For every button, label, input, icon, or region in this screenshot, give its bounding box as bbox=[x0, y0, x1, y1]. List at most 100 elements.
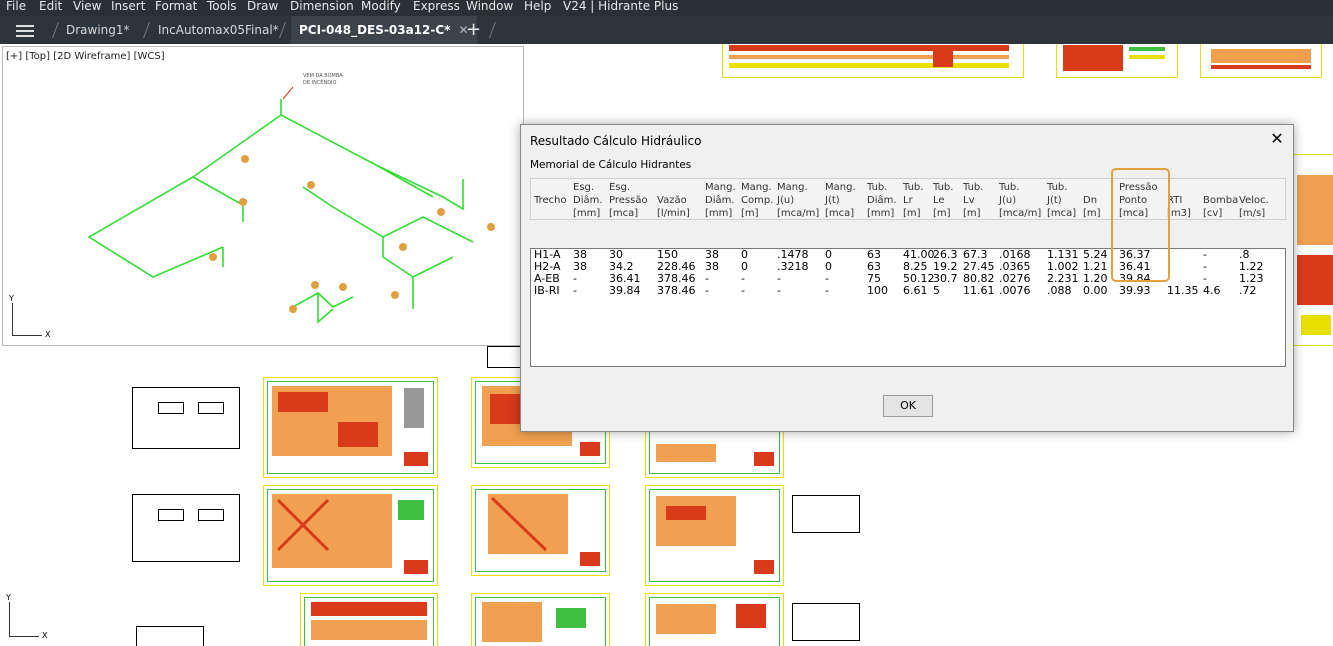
sheet-thumbnail bbox=[1200, 44, 1322, 78]
menu-item-dimension[interactable]: Dimension bbox=[290, 0, 354, 13]
ok-button[interactable]: OK bbox=[883, 395, 933, 417]
column-header-mang_jt: Mang. bbox=[825, 182, 856, 193]
tab-separator bbox=[52, 22, 59, 38]
title-block-frame bbox=[487, 346, 523, 368]
column-header-mang_ju: Mang. bbox=[777, 182, 808, 193]
column-header-mang_ju: J(u) bbox=[777, 195, 795, 206]
svg-text:DE INCÊNDIO: DE INCÊNDIO bbox=[303, 78, 337, 86]
tab-pci-048-label: PCI-048_DES-03a12-C* bbox=[299, 23, 451, 37]
sheet-drawing bbox=[272, 494, 428, 574]
results-table[interactable]: H1-A 38 30 150 38 0.1478 0 63 41.00 26.3 67.3.0168… bbox=[530, 248, 1286, 367]
sheet-inner bbox=[649, 597, 780, 646]
menu-item-window[interactable]: Window bbox=[466, 0, 513, 13]
cell-tub_ju: .0076 bbox=[999, 284, 1031, 297]
sheet-thumbnail bbox=[471, 485, 610, 576]
menu-item-help[interactable]: Help bbox=[524, 0, 551, 13]
model-viewport[interactable]: [+] [Top] [2D Wireframe] [WCS] VEM DA BO… bbox=[2, 46, 524, 346]
drawing-canvas[interactable]: [+] [Top] [2D Wireframe] [WCS] VEM DA BO… bbox=[0, 44, 1333, 646]
tab-bar: Drawing1* IncAutomax05Final* PCI-048_DES… bbox=[0, 16, 1333, 44]
column-header-mang_ju: [mca/m] bbox=[777, 208, 820, 219]
close-icon[interactable]: ✕ bbox=[1269, 131, 1285, 147]
column-header-mang_diam: [mm] bbox=[705, 208, 733, 219]
sheet-drawing bbox=[1063, 45, 1165, 71]
sheet-drawing bbox=[482, 602, 586, 642]
column-header-tub_lr: Lr bbox=[903, 195, 913, 206]
column-header-tub_lr: Tub. bbox=[903, 182, 924, 193]
tab-separator bbox=[489, 22, 496, 38]
sheet-thumbnail bbox=[471, 593, 610, 646]
dialog-title: Resultado Cálculo Hidráulico bbox=[530, 134, 702, 148]
column-header-tub_lr: [m] bbox=[903, 208, 921, 219]
title-block-frame bbox=[132, 387, 240, 449]
menu-item-edit[interactable]: Edit bbox=[39, 0, 62, 13]
column-header-mang_comp: Mang. bbox=[741, 182, 772, 193]
sheet-thumbnail bbox=[300, 593, 438, 646]
sheet-drawing bbox=[1297, 175, 1333, 335]
ucs-x-axis-line bbox=[9, 636, 39, 637]
sheet-inner bbox=[475, 597, 606, 646]
isometric-pipe-drawing: VEM DA BOMBA DE INCÊNDIO bbox=[87, 73, 495, 324]
ucs-icon: Y X bbox=[6, 593, 48, 640]
cell-mang_comp: - bbox=[741, 284, 745, 297]
title-block-frame bbox=[132, 494, 240, 562]
column-header-tub_le: Le bbox=[933, 195, 945, 206]
table-row[interactable]: IB-RI -39.84 378.46- - - -100 6.61 5 11.61.0076.… bbox=[531, 285, 1285, 297]
column-header-tub_ju: J(u) bbox=[999, 195, 1017, 206]
menu-item-view[interactable]: View bbox=[73, 0, 101, 13]
cell-tub_lr: 6.61 bbox=[903, 284, 928, 297]
menu-item-insert[interactable]: Insert bbox=[111, 0, 145, 13]
title-block-frame bbox=[792, 495, 860, 533]
column-header-mang_diam: Diâm. bbox=[705, 195, 735, 206]
cell-tub_le: 5 bbox=[933, 284, 940, 297]
column-header-veloc: Veloc. bbox=[1239, 195, 1269, 206]
cell-mang_ju: - bbox=[777, 284, 781, 297]
sheet-drawing bbox=[729, 45, 1009, 68]
menu-item-tools[interactable]: Tools bbox=[207, 0, 237, 13]
menu-item-format[interactable]: Format bbox=[155, 0, 197, 13]
title-block-frame bbox=[136, 626, 204, 646]
column-header-tub_diam: Tub. bbox=[867, 182, 888, 193]
title-block-frame bbox=[792, 603, 860, 641]
title-block-cell bbox=[198, 509, 224, 521]
sheet-inner bbox=[475, 489, 606, 572]
pressao-ponto-highlight bbox=[1111, 168, 1170, 282]
sheet-thumbnail bbox=[722, 44, 1024, 78]
column-header-tub_lv: Lv bbox=[963, 195, 975, 206]
menu-bar: File Edit View Insert Format Tools Draw Dimensi… bbox=[0, 0, 1333, 16]
ucs-y-label: Y bbox=[6, 593, 11, 602]
hamburger-menu-icon[interactable] bbox=[16, 25, 34, 27]
menu-item-draw[interactable]: Draw bbox=[247, 0, 278, 13]
sheet-thumbnail bbox=[1290, 154, 1333, 346]
cell-veloc: .72 bbox=[1239, 284, 1257, 297]
sheet-thumbnail bbox=[645, 593, 784, 646]
table-header: Trecho Esg. Diâm. [mm] Esg. Pressão [mca] Vazão… bbox=[530, 178, 1286, 220]
tab-incautomax[interactable]: IncAutomax05Final* bbox=[158, 16, 279, 44]
cell-vazao: 378.46 bbox=[657, 284, 696, 297]
new-tab-plus-icon[interactable]: + bbox=[466, 16, 481, 44]
cell-tub_jt: .088 bbox=[1047, 284, 1072, 297]
column-header-vazao: Vazão bbox=[657, 195, 687, 206]
ucs-x-label: X bbox=[42, 631, 48, 640]
sheet-drawing bbox=[272, 386, 428, 466]
column-header-tub_ju: Tub. bbox=[999, 182, 1020, 193]
tab-drawing1[interactable]: Drawing1* bbox=[66, 16, 130, 44]
column-header-tub_jt: J(t) bbox=[1047, 195, 1062, 206]
menu-item-file[interactable]: File bbox=[6, 0, 26, 13]
column-header-tub_lv: Tub. bbox=[963, 182, 984, 193]
cell-rti: 11.35 bbox=[1167, 284, 1199, 297]
cell-esg_pressao: 39.84 bbox=[609, 284, 641, 297]
column-header-mang_comp: Comp. bbox=[741, 195, 774, 206]
menu-item-express[interactable]: Express bbox=[413, 0, 460, 13]
tab-pci-048[interactable]: PCI-048_DES-03a12-C* ✕ bbox=[291, 16, 477, 44]
menu-item-v24-hidrante-plus[interactable]: V24 | Hidrante Plus bbox=[563, 0, 678, 13]
sheet-inner bbox=[267, 381, 434, 474]
column-header-mang_jt: J(t) bbox=[825, 195, 840, 206]
menu-item-modify[interactable]: Modify bbox=[361, 0, 401, 13]
ucs-x-axis-line bbox=[12, 335, 42, 336]
column-header-tub_diam: [mm] bbox=[867, 208, 895, 219]
column-header-vazao: [l/min] bbox=[657, 208, 690, 219]
cell-mang_ju: .3218 bbox=[777, 260, 809, 273]
sheet-thumbnail bbox=[263, 377, 438, 478]
cell-mang_diam: - bbox=[705, 284, 709, 297]
column-header-tub_diam: Diâm. bbox=[867, 195, 897, 206]
